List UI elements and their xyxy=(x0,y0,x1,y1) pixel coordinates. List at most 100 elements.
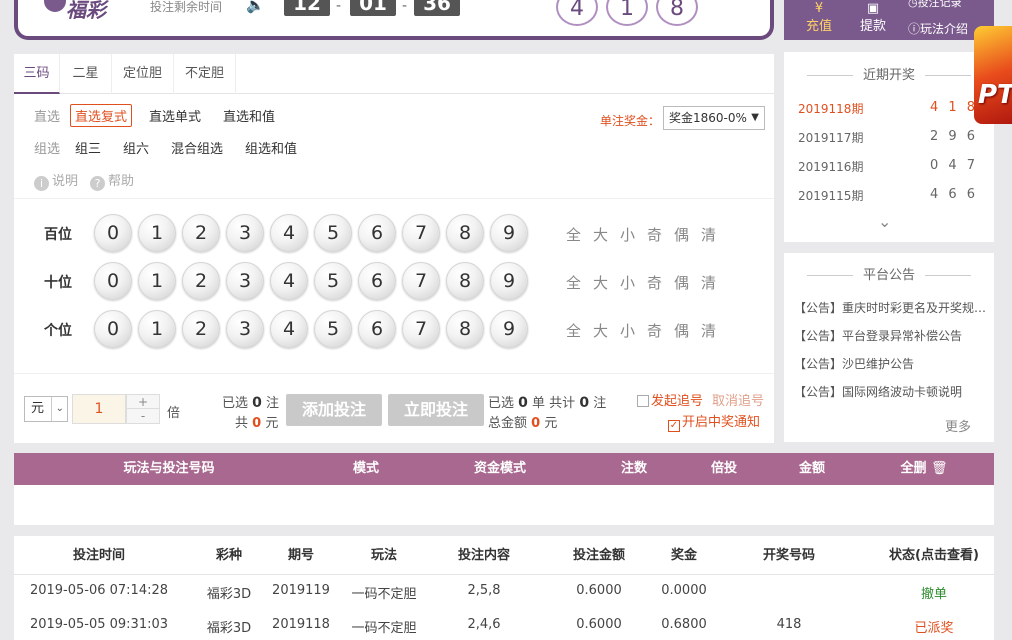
history-cell: 2019-05-06 07:14:28 xyxy=(29,583,169,598)
add-bet-button[interactable]: 添加投注 xyxy=(286,394,382,426)
number-ball[interactable]: 2 xyxy=(182,214,220,252)
subplay-direct-sum[interactable]: 直选和值 xyxy=(223,106,275,125)
number-ball[interactable]: 6 xyxy=(358,214,396,252)
chase-checkbox[interactable]: 发起追号 xyxy=(637,390,703,409)
number-ball[interactable]: 1 xyxy=(138,214,176,252)
subplay-group-three[interactable]: 组三 xyxy=(75,138,101,157)
quick-select-button[interactable]: 奇 xyxy=(647,224,662,245)
tab-three-digit[interactable]: 三码 xyxy=(14,54,60,94)
history-cell: 2019119 xyxy=(272,583,330,598)
number-ball[interactable]: 3 xyxy=(226,262,264,300)
tab-two-star[interactable]: 二星 xyxy=(60,54,112,94)
countdown-separator: - xyxy=(402,0,408,14)
number-ball[interactable]: 1 xyxy=(138,310,176,348)
quick-select-button[interactable]: 大 xyxy=(593,224,608,245)
digit-row-label: 百位 xyxy=(44,227,72,243)
order-bets: 0 xyxy=(579,395,590,411)
status-link[interactable]: 撤单 xyxy=(874,583,994,602)
history-column-header: 奖金 xyxy=(670,548,697,563)
win-notify-checkbox[interactable]: ✓ 开启中奖通知 xyxy=(668,411,760,432)
speaker-icon[interactable]: 🔈 xyxy=(246,0,266,14)
announcement-item[interactable]: 【公告】平台登录异常补偿公告 xyxy=(794,327,990,344)
number-ball[interactable]: 8 xyxy=(446,214,484,252)
chevron-down-icon[interactable]: ⌄ xyxy=(878,212,891,231)
number-ball[interactable]: 9 xyxy=(490,262,528,300)
floating-promo-banner[interactable]: PT xyxy=(974,26,1012,124)
number-ball[interactable]: 0 xyxy=(94,262,132,300)
quick-select-button[interactable]: 全 xyxy=(566,320,581,341)
quick-select-button[interactable]: 大 xyxy=(593,320,608,341)
column-play-numbers: 玩法与投注号码 xyxy=(123,461,215,476)
quick-select-button[interactable]: 大 xyxy=(593,272,608,293)
subplay-group-mixed[interactable]: 混合组选 xyxy=(171,138,223,157)
number-ball[interactable]: 9 xyxy=(490,214,528,252)
cancel-chase-link[interactable]: 取消追号 xyxy=(712,390,764,409)
quick-select-button[interactable]: 清 xyxy=(701,320,716,341)
money-unit-select[interactable]: 元 ⌄ xyxy=(24,396,68,422)
bet-now-button[interactable]: 立即投注 xyxy=(388,394,484,426)
recent-draws-title: 近期开奖 xyxy=(784,64,994,83)
announcement-item[interactable]: 【公告】重庆时时彩更名及开奖规则调整 xyxy=(794,299,990,316)
history-column-header: 状态(点击查看) xyxy=(889,548,979,563)
decrease-button[interactable]: - xyxy=(127,409,159,423)
quick-select-button[interactable]: 奇 xyxy=(647,272,662,293)
subplay-direct-multiple[interactable]: 直选复式 xyxy=(70,104,133,127)
quick-select-button[interactable]: 小 xyxy=(620,320,635,341)
increase-button[interactable]: + xyxy=(127,395,159,409)
number-ball[interactable]: 4 xyxy=(270,262,308,300)
announcement-item[interactable]: 【公告】国际网络波动卡顿说明 xyxy=(794,383,990,400)
play-intro-link[interactable]: ⓘ玩法介绍 xyxy=(908,20,968,37)
number-ball[interactable]: 5 xyxy=(314,310,352,348)
number-ball[interactable]: 0 xyxy=(94,214,132,252)
number-ball[interactable]: 4 xyxy=(270,310,308,348)
number-ball[interactable]: 7 xyxy=(402,262,440,300)
recharge-button[interactable]: ¥ 充值 xyxy=(806,2,832,34)
number-ball[interactable]: 5 xyxy=(314,262,352,300)
quick-select-button[interactable]: 小 xyxy=(620,224,635,245)
bet-record-link[interactable]: ◷投注记录 xyxy=(908,0,962,10)
number-ball[interactable]: 3 xyxy=(226,310,264,348)
subplay-group-sum[interactable]: 组选和值 xyxy=(245,138,297,157)
number-ball[interactable]: 7 xyxy=(402,214,440,252)
number-ball[interactable]: 0 xyxy=(94,310,132,348)
number-ball[interactable]: 8 xyxy=(446,262,484,300)
number-ball[interactable]: 9 xyxy=(490,310,528,348)
help-link[interactable]: ? 帮助 xyxy=(90,170,134,191)
number-ball[interactable]: 3 xyxy=(226,214,264,252)
multiple-input[interactable]: 1 xyxy=(72,394,126,424)
number-ball[interactable]: 1 xyxy=(138,262,176,300)
number-ball[interactable]: 8 xyxy=(446,310,484,348)
checkbox-icon xyxy=(637,395,649,407)
prize-mode-select[interactable]: 奖金1860-0% ▼ xyxy=(663,106,765,130)
quick-select-button[interactable]: 奇 xyxy=(647,320,662,341)
number-ball[interactable]: 2 xyxy=(182,310,220,348)
quick-select-button[interactable]: 偶 xyxy=(674,272,689,293)
number-ball[interactable]: 7 xyxy=(402,310,440,348)
draw-numbers: 0 4 7 xyxy=(930,158,979,173)
tab-any-position[interactable]: 不定胆 xyxy=(174,54,236,94)
ticket-list xyxy=(14,485,994,525)
number-ball[interactable]: 2 xyxy=(182,262,220,300)
history-cell: 福彩3D xyxy=(206,587,252,602)
withdraw-button[interactable]: ▣ 提款 xyxy=(860,2,886,34)
subplay-direct-single[interactable]: 直选单式 xyxy=(149,106,201,125)
quick-select-button[interactable]: 全 xyxy=(566,272,581,293)
quick-select-button[interactable]: 偶 xyxy=(674,224,689,245)
status-link[interactable]: 已派奖 xyxy=(874,617,994,636)
delete-all-button[interactable]: 全删 🗑 xyxy=(894,453,954,485)
quick-select-button[interactable]: 全 xyxy=(566,224,581,245)
announcement-item[interactable]: 【公告】沙巴维护公告 xyxy=(794,355,990,372)
tab-position[interactable]: 定位胆 xyxy=(112,54,174,94)
number-ball[interactable]: 4 xyxy=(270,214,308,252)
wallet-icon: ▣ xyxy=(866,1,880,16)
number-ball[interactable]: 6 xyxy=(358,310,396,348)
quick-select-button[interactable]: 偶 xyxy=(674,320,689,341)
quick-select-button[interactable]: 清 xyxy=(701,224,716,245)
quick-select-button[interactable]: 小 xyxy=(620,272,635,293)
number-ball[interactable]: 6 xyxy=(358,262,396,300)
quick-select-button[interactable]: 清 xyxy=(701,272,716,293)
subplay-group-six[interactable]: 组六 xyxy=(123,138,149,157)
number-ball[interactable]: 5 xyxy=(314,214,352,252)
explain-link[interactable]: i 说明 xyxy=(34,170,78,191)
more-announcements-link[interactable]: 更多 xyxy=(945,416,971,435)
